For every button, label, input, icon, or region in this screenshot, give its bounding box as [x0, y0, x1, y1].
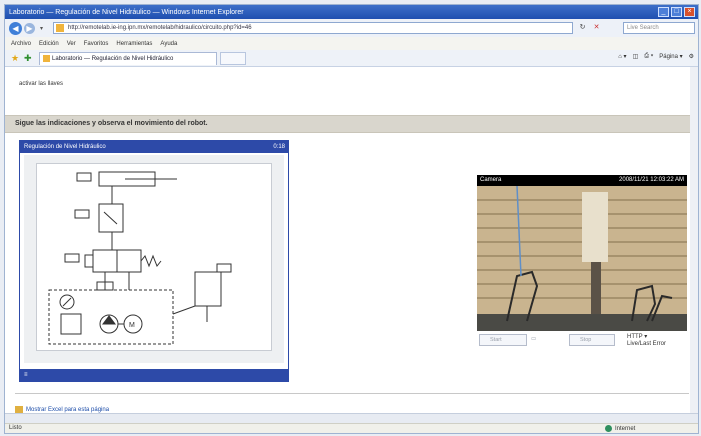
- tab-label: Laboratorio — Regulación de Nivel Hidráu…: [52, 56, 174, 62]
- camera-timestamp: 2008/11/21 12:03:22 AM: [619, 177, 684, 183]
- security-zone-label: Internet: [615, 425, 636, 432]
- simulator-counter: 0:18: [273, 144, 285, 150]
- home-icon[interactable]: ⌂ ▾: [618, 53, 626, 60]
- search-input[interactable]: Live Search: [623, 22, 695, 34]
- tab-bar: ★ ✚ Laboratorio — Regulación de Nivel Hi…: [5, 50, 698, 67]
- status-text: Listo: [9, 425, 22, 431]
- circuit-drawing: M: [48, 171, 232, 345]
- tab-active[interactable]: Laboratorio — Regulación de Nivel Hidráu…: [39, 52, 217, 65]
- forward-button[interactable]: ▶: [24, 22, 35, 34]
- page-content: activar las llaves Sigue las indicacione…: [5, 67, 698, 413]
- content-divider: [15, 393, 689, 394]
- vertical-scrollbar[interactable]: [690, 67, 698, 413]
- menu-ver[interactable]: Ver: [67, 41, 76, 47]
- accumulator-tag: [216, 263, 232, 273]
- back-button[interactable]: ◀: [9, 21, 22, 35]
- title-bar: Laboratorio — Regulación de Nivel Hidráu…: [5, 5, 698, 19]
- history-dropdown-icon[interactable]: ▾: [40, 25, 43, 32]
- cylinder-tag: [76, 172, 92, 182]
- camera-label: Camera: [480, 177, 502, 183]
- menu-bar: Archivo Edición Ver Favoritos Herramient…: [5, 37, 698, 51]
- view-mode-select[interactable]: Live/Last Error: [627, 341, 666, 347]
- simulator-footer: ≡: [20, 369, 288, 381]
- hydraulic-circuit-diagram[interactable]: M: [36, 163, 272, 351]
- menu-edicion[interactable]: Edición: [39, 41, 59, 47]
- simulator-title: Regulación de Nivel Hidráulico: [24, 144, 106, 150]
- address-toolbar: ◀ ▶ ▾ http://remotelab.ie-ing.ipn.mx/rem…: [5, 19, 698, 37]
- new-tab-button[interactable]: [220, 52, 246, 65]
- menu-ayuda[interactable]: Ayuda: [160, 41, 177, 47]
- show-excel-link-text: Mostrar Excel para esta página: [26, 406, 110, 413]
- refresh-icon[interactable]: ↻: [577, 23, 588, 33]
- camera-panel: Camera 2008/11/21 12:03:22 AM: [477, 175, 687, 331]
- simulator-header: Regulación de Nivel Hidráulico 0:18: [20, 141, 288, 153]
- camera-snapshot-icon[interactable]: ▭: [531, 336, 536, 342]
- camera-stop-label: Stop: [580, 337, 592, 343]
- globe-icon: [605, 425, 612, 432]
- page-icon: [56, 24, 64, 32]
- protocol-select[interactable]: HTTP ▾: [627, 333, 647, 340]
- browser-window: Laboratorio — Regulación de Nivel Hidráu…: [4, 4, 699, 434]
- instruction-text: activar las llaves: [19, 81, 64, 87]
- valve-block-b: [116, 249, 142, 273]
- camera-controls: Start ▭ Stop HTTP ▾ Live/Last Error: [477, 333, 687, 355]
- camera-start-label: Start: [490, 337, 502, 343]
- power-unit-box: [48, 289, 174, 345]
- folder-icon: [15, 406, 23, 413]
- status-bar: Listo Internet: [5, 423, 698, 433]
- maximize-button[interactable]: □: [671, 7, 682, 17]
- tab-page-icon: [43, 55, 50, 62]
- camera-start-button[interactable]: Start: [479, 334, 527, 346]
- menu-favoritos[interactable]: Favoritos: [84, 41, 109, 47]
- close-button[interactable]: ×: [684, 7, 695, 17]
- stop-icon[interactable]: ✕: [591, 23, 602, 33]
- valve-block-a: [92, 249, 118, 273]
- menu-herramientas[interactable]: Herramientas: [116, 41, 152, 47]
- show-excel-link[interactable]: Mostrar Excel para esta página: [15, 406, 109, 413]
- svg-text:M: M: [129, 322, 135, 329]
- relief-valve-shape: [60, 313, 82, 335]
- security-zone[interactable]: Internet: [605, 425, 635, 432]
- tools-menu-icon[interactable]: ⚙: [689, 53, 694, 60]
- add-favorite-icon[interactable]: ✚: [24, 53, 32, 64]
- camera-header: Camera 2008/11/21 12:03:22 AM: [477, 175, 687, 186]
- simulator-body: M: [24, 155, 284, 363]
- window-controls: _ □ ×: [658, 7, 695, 17]
- favorites-star-icon[interactable]: ★: [11, 53, 19, 64]
- banner-text: Sigue las indicaciones y observa el movi…: [15, 120, 208, 127]
- address-url: http://remotelab.ie-ing.ipn.mx/remotelab…: [68, 25, 252, 31]
- command-bar: ⌂ ▾ ◫ ⎙ ▾ Página ▾ ⚙: [618, 53, 694, 60]
- accumulator-shape: [194, 271, 222, 307]
- simulator-panel: Regulación de Nivel Hidráulico 0:18 M ≡: [19, 140, 289, 382]
- print-icon[interactable]: ⎙ ▾: [644, 53, 653, 60]
- menu-archivo[interactable]: Archivo: [11, 41, 31, 47]
- check-valve-tag: [74, 209, 90, 219]
- minimize-button[interactable]: _: [658, 7, 669, 17]
- camera-live-view: [477, 186, 687, 331]
- address-tools: ↻ ✕: [577, 23, 602, 33]
- page-menu[interactable]: Página ▾: [659, 53, 682, 60]
- camera-stop-button[interactable]: Stop: [569, 334, 615, 346]
- address-field[interactable]: http://remotelab.ie-ing.ipn.mx/remotelab…: [53, 22, 573, 34]
- valve-tag: [64, 253, 80, 263]
- instruction-banner: Sigue las indicaciones y observa el movi…: [5, 115, 698, 133]
- feeds-icon[interactable]: ◫: [633, 53, 639, 60]
- window-title: Laboratorio — Regulación de Nivel Hidráu…: [9, 8, 244, 16]
- page-menu-label: Página: [659, 54, 678, 60]
